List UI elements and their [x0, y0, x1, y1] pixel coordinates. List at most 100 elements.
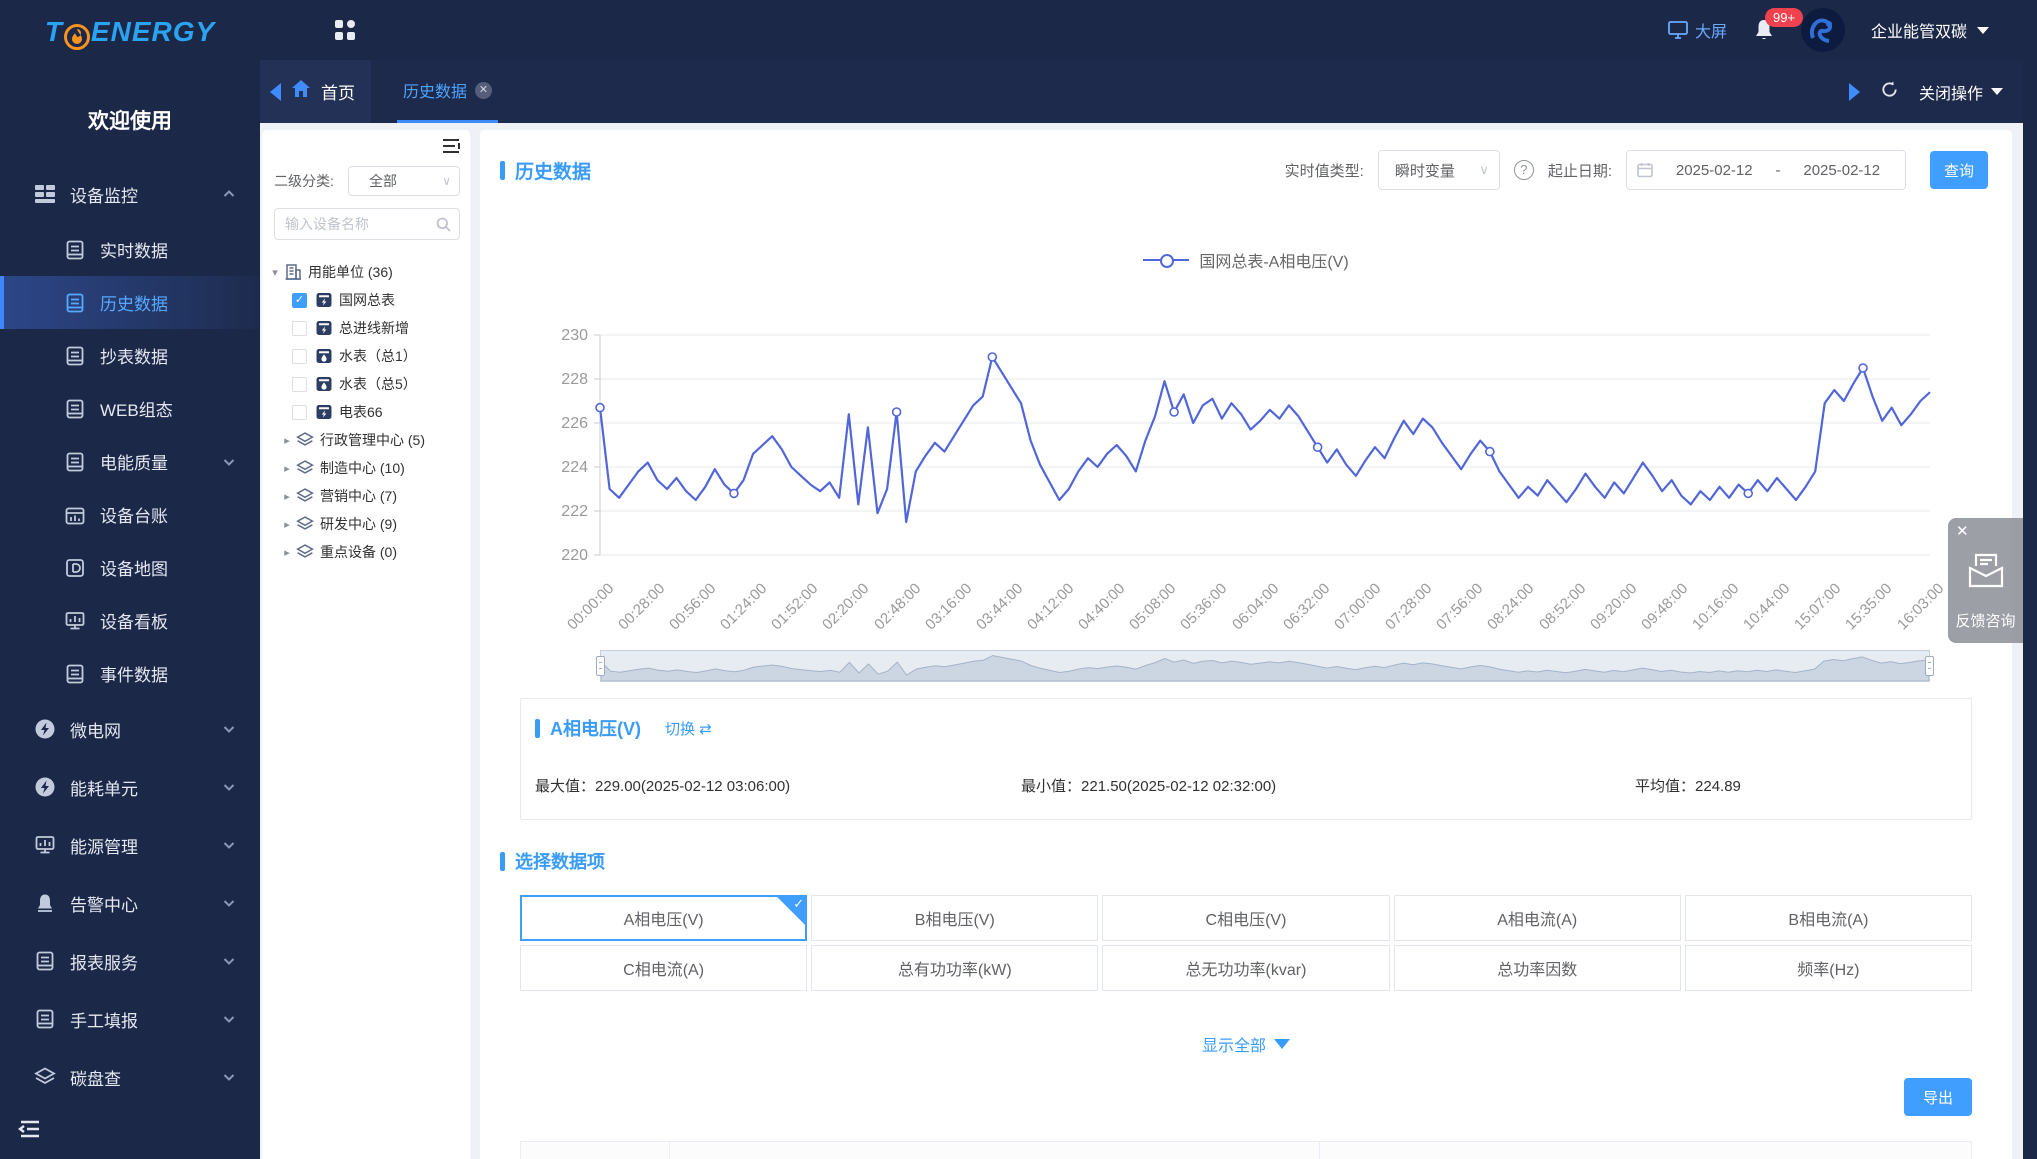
data-item-9[interactable]: 频率(Hz) [1685, 945, 1972, 991]
sidebar-item-8[interactable]: 设备看板 [0, 594, 260, 647]
sidebar-item-7[interactable]: 设备地图 [0, 541, 260, 594]
sidebar-item-12[interactable]: 能源管理 [0, 816, 260, 874]
scroll-tabs-left-icon[interactable] [270, 83, 281, 101]
tree-group-2[interactable]: ▸营销中心 (7) [268, 482, 468, 510]
chart-point-marker[interactable] [730, 489, 738, 497]
sidebar-item-10[interactable]: 微电网 [0, 700, 260, 758]
caret-right-icon[interactable]: ▸ [280, 434, 294, 447]
chart-point-marker[interactable] [1170, 408, 1178, 416]
caret-down-icon[interactable]: ▾ [268, 266, 282, 279]
tab-home[interactable]: 首页 [321, 79, 355, 104]
caret-right-icon[interactable]: ▸ [280, 490, 294, 503]
chevron-down-icon [222, 780, 236, 794]
show-all-toggle[interactable]: 显示全部 [480, 1032, 2012, 1056]
big-screen-button[interactable]: 大屏 [1668, 18, 1727, 42]
x-axis-label: 16:03:00 [1894, 580, 1947, 633]
feedback-close-icon[interactable]: ✕ [1956, 522, 1969, 540]
org-switcher[interactable]: 企业能管双碳 [1871, 18, 1989, 42]
chart-point-marker[interactable] [596, 404, 604, 412]
switch-metric-link[interactable]: 切换 ⇄ [665, 718, 712, 739]
device-checkbox[interactable] [292, 377, 307, 392]
caret-right-icon[interactable]: ▸ [280, 518, 294, 531]
tree-group-1[interactable]: ▸制造中心 (10) [268, 454, 468, 482]
category-select[interactable]: 全部∨ [348, 166, 460, 196]
table-divider [669, 1142, 670, 1159]
help-icon[interactable]: ? [1514, 160, 1534, 180]
sidebar-item-6[interactable]: 设备台账 [0, 488, 260, 541]
device-checkbox[interactable]: ✓ [292, 293, 307, 308]
layers-icon [296, 515, 314, 533]
tab-history-data[interactable]: 历史数据 ✕ [397, 60, 498, 123]
chart-plot[interactable]: 220222224226228230 [535, 320, 1955, 570]
device-checkbox[interactable] [292, 349, 307, 364]
tree-group-3[interactable]: ▸研发中心 (9) [268, 510, 468, 538]
data-item-5[interactable]: C相电流(A) [520, 945, 807, 991]
collapse-sidebar-icon[interactable] [18, 1118, 42, 1145]
apps-icon[interactable] [334, 19, 356, 41]
feedback-widget[interactable]: ✕ 反馈咨询 [1948, 518, 2023, 643]
chart-line-series[interactable] [600, 357, 1930, 522]
date-range-picker[interactable]: 2025-02-12 - 2025-02-12 [1626, 150, 1906, 190]
export-button[interactable]: 导出 [1904, 1078, 1972, 1116]
sidebar-item-9[interactable]: 事件数据 [0, 647, 260, 700]
tree-group-4[interactable]: ▸重点设备 (0) [268, 538, 468, 566]
chart-point-marker[interactable] [988, 353, 996, 361]
sidebar-item-15[interactable]: 手工填报 [0, 990, 260, 1048]
notifications-button[interactable]: 99+ [1753, 18, 1775, 42]
chart-point-marker[interactable] [1314, 443, 1322, 451]
data-item-4[interactable]: B相电流(A) [1685, 895, 1972, 941]
chevron-down-icon [1977, 27, 1989, 34]
tree-group-0[interactable]: ▸行政管理中心 (5) [268, 426, 468, 454]
data-item-1[interactable]: B相电压(V) [811, 895, 1098, 941]
data-item-6[interactable]: 总有功功率(kW) [811, 945, 1098, 991]
device-checkbox[interactable] [292, 405, 307, 420]
device-search-input[interactable]: 输入设备名称 [274, 208, 460, 240]
sidebar-item-label: 电能质量 [100, 449, 168, 474]
date-end[interactable]: 2025-02-12 [1789, 162, 1896, 179]
sidebar-item-11[interactable]: 能耗单元 [0, 758, 260, 816]
sidebar-item-14[interactable]: 报表服务 [0, 932, 260, 990]
refresh-icon[interactable] [1880, 80, 1899, 104]
close-operations-button[interactable]: 关闭操作 [1919, 80, 2003, 104]
datazoom-slider[interactable] [600, 650, 1930, 682]
home-icon[interactable] [291, 79, 311, 104]
sidebar-item-16[interactable]: 碳盘查 [0, 1048, 260, 1106]
data-item-7[interactable]: 总无功功率(kvar) [1102, 945, 1389, 991]
sidebar-item-3[interactable]: 抄表数据 [0, 329, 260, 382]
caret-right-icon[interactable]: ▸ [280, 546, 294, 559]
tree-device-1[interactable]: 总进线新增 [268, 314, 468, 342]
datazoom-left-handle[interactable] [596, 656, 605, 676]
query-button[interactable]: 查询 [1930, 151, 1988, 189]
tab-close-icon[interactable]: ✕ [475, 82, 492, 99]
datazoom-right-handle[interactable] [1925, 656, 1934, 676]
chart-point-marker[interactable] [1744, 489, 1752, 497]
sidebar-item-13[interactable]: 告警中心 [0, 874, 260, 932]
avatar[interactable] [1801, 8, 1845, 52]
data-item-3[interactable]: A相电流(A) [1394, 895, 1681, 941]
tree-device-2[interactable]: 水表（总1） [268, 342, 468, 370]
tree-device-0[interactable]: ✓国网总表 [268, 286, 468, 314]
device-checkbox[interactable] [292, 321, 307, 336]
chart-legend[interactable]: 国网总表-A相电压(V) [480, 248, 2012, 272]
data-item-8[interactable]: 总功率因数 [1394, 945, 1681, 991]
chart-point-marker[interactable] [893, 408, 901, 416]
sidebar-item-0[interactable]: 设备监控 [0, 165, 260, 223]
sidebar-item-4[interactable]: WEB组态 [0, 382, 260, 435]
data-item-0[interactable]: A相电压(V)✓ [520, 895, 807, 941]
scroll-tabs-right-icon[interactable] [1849, 83, 1860, 101]
sidebar-item-1[interactable]: 实时数据 [0, 223, 260, 276]
data-item-2[interactable]: C相电压(V) [1102, 895, 1389, 941]
chart-point-marker[interactable] [1486, 448, 1494, 456]
date-start[interactable]: 2025-02-12 [1661, 162, 1768, 179]
sidebar-item-2[interactable]: 历史数据 [0, 276, 260, 329]
realtime-type-select[interactable]: 瞬时变量∨ [1378, 150, 1500, 190]
caret-right-icon[interactable]: ▸ [280, 462, 294, 475]
tree-device-3[interactable]: 水表（总5） [268, 370, 468, 398]
sidebar-item-5[interactable]: 电能质量 [0, 435, 260, 488]
tree-root[interactable]: ▾用能单位 (36) [268, 258, 468, 286]
y-axis-label: 224 [561, 459, 588, 476]
tree-collapse-icon[interactable] [442, 138, 460, 159]
data-item-label: 频率(Hz) [1797, 956, 1859, 980]
chart-point-marker[interactable] [1859, 364, 1867, 372]
tree-device-4[interactable]: 电表66 [268, 398, 468, 426]
